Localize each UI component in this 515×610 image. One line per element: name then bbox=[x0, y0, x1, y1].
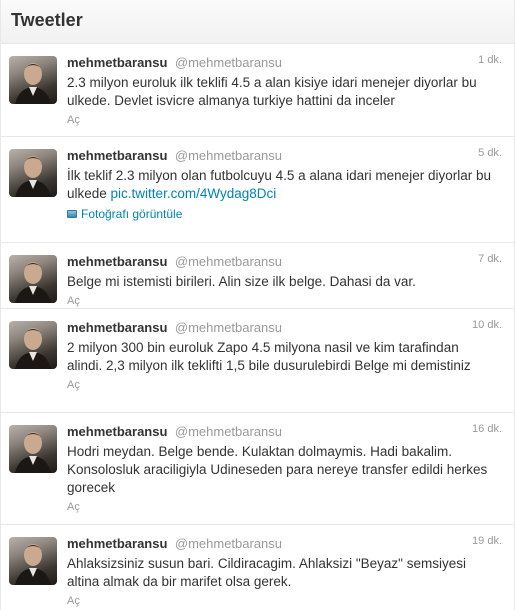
avatar[interactable] bbox=[9, 425, 57, 473]
expand-link[interactable]: Aç bbox=[67, 379, 80, 391]
tweet-item[interactable]: mehmetbaransu @mehmetbaransu 10 dk. 2 mi… bbox=[1, 309, 514, 413]
tweet-username[interactable]: @mehmetbaransu bbox=[175, 320, 282, 335]
tweet-text: 2 milyon 300 bin euroluk Zapo 4.5 milyon… bbox=[67, 340, 471, 373]
tweet-fullname[interactable]: mehmetbaransu bbox=[67, 55, 167, 70]
tweet-fullname[interactable]: mehmetbaransu bbox=[67, 148, 167, 163]
tweet-stream: Tweetler mehmetbaransu @mehmetbaransu 1 … bbox=[0, 0, 515, 610]
tweet-username[interactable]: @mehmetbaransu bbox=[175, 254, 282, 269]
tweet-media-url[interactable]: pic.twitter.com/4Wydag8Dci bbox=[111, 186, 277, 201]
tweet-item[interactable]: mehmetbaransu @mehmetbaransu 7 dk. Belge… bbox=[1, 243, 514, 309]
tweet-item[interactable]: mehmetbaransu @mehmetbaransu 5 dk. İlk t… bbox=[1, 137, 514, 243]
expand-link[interactable]: Aç bbox=[67, 595, 80, 607]
tweet-item[interactable]: mehmetbaransu @mehmetbaransu 16 dk. Hodr… bbox=[1, 413, 514, 525]
tweet-text: İlk teklif 2.3 milyon olan futbolcuyu 4.… bbox=[67, 167, 497, 203]
expand-link[interactable]: Aç bbox=[67, 295, 80, 307]
tweet-item[interactable]: mehmetbaransu @mehmetbaransu 19 dk. Ahla… bbox=[1, 525, 514, 610]
avatar[interactable] bbox=[9, 149, 57, 197]
tweet-timestamp[interactable]: 19 dk. bbox=[472, 535, 502, 547]
tweet-username[interactable]: @mehmetbaransu bbox=[175, 424, 282, 439]
tweet-fullname[interactable]: mehmetbaransu bbox=[67, 320, 167, 335]
tweet-fullname[interactable]: mehmetbaransu bbox=[67, 424, 167, 439]
tweet-text: Ahlaksizsiniz susun bari. Cildiracagim. … bbox=[67, 556, 466, 589]
expand-link[interactable]: Aç bbox=[67, 501, 80, 513]
stream-header: Tweetler bbox=[1, 0, 514, 44]
tweet-fullname[interactable]: mehmetbaransu bbox=[67, 254, 167, 269]
tweet-text: 2.3 milyon euroluk ilk teklifi 4.5 a ala… bbox=[67, 75, 477, 108]
avatar[interactable] bbox=[9, 56, 57, 104]
tweet-text: Belge mi istemisti birileri. Alin size i… bbox=[67, 274, 416, 289]
expand-link[interactable]: Aç bbox=[67, 114, 80, 126]
view-photo-link[interactable]: Fotoğrafı görüntüle bbox=[67, 207, 502, 221]
tweet-fullname[interactable]: mehmetbaransu bbox=[67, 536, 167, 551]
tweet-text: Hodri meydan. Belge bende. Kulaktan dolm… bbox=[67, 444, 488, 495]
avatar[interactable] bbox=[9, 255, 57, 303]
tweet-username[interactable]: @mehmetbaransu bbox=[175, 148, 282, 163]
tweet-timestamp[interactable]: 10 dk. bbox=[472, 319, 502, 331]
view-photo-label: Fotoğrafı görüntüle bbox=[81, 207, 183, 221]
tweet-timestamp[interactable]: 1 dk. bbox=[478, 54, 502, 66]
tweet-username[interactable]: @mehmetbaransu bbox=[175, 536, 282, 551]
avatar[interactable] bbox=[9, 321, 57, 369]
tweet-username[interactable]: @mehmetbaransu bbox=[175, 55, 282, 70]
stream-title: Tweetler bbox=[11, 10, 83, 30]
avatar[interactable] bbox=[9, 537, 57, 585]
tweet-timestamp[interactable]: 7 dk. bbox=[478, 253, 502, 265]
tweet-timestamp[interactable]: 5 dk. bbox=[478, 147, 502, 159]
tweet-item[interactable]: mehmetbaransu @mehmetbaransu 1 dk. 2.3 m… bbox=[1, 44, 514, 137]
photo-icon bbox=[67, 210, 77, 218]
tweet-timestamp[interactable]: 16 dk. bbox=[472, 423, 502, 435]
